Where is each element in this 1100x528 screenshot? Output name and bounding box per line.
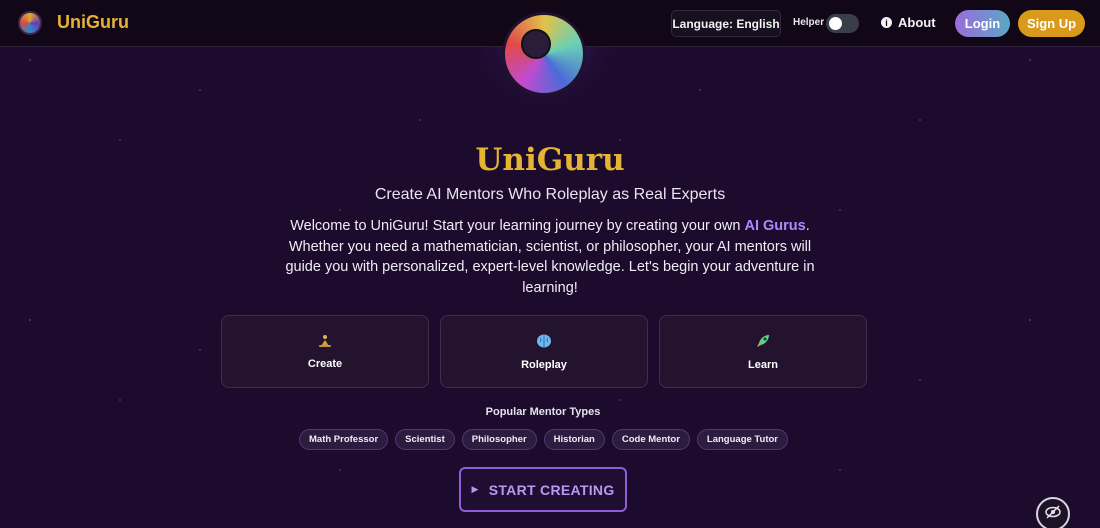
chip-historian[interactable]: Historian — [543, 429, 605, 450]
signup-button[interactable]: Sign Up — [1018, 10, 1085, 37]
hero-logo — [502, 12, 586, 96]
mentor-type-chips: Math Professor Scientist Philosopher His… — [0, 429, 1087, 450]
about-link[interactable]: i About — [881, 15, 936, 30]
chip-scientist[interactable]: Scientist — [395, 429, 455, 450]
toggle-knob — [829, 17, 842, 30]
feature-label: Create — [307, 357, 343, 370]
start-creating-label: START CREATING — [488, 481, 615, 498]
chip-language-tutor[interactable]: Language Tutor — [696, 429, 788, 450]
chip-math-professor[interactable]: Math Professor — [299, 429, 389, 450]
accessibility-widget-button[interactable] — [1036, 497, 1070, 528]
login-button[interactable]: Login — [955, 10, 1010, 37]
feature-card-learn[interactable]: Learn — [659, 315, 867, 388]
chip-philosopher[interactable]: Philosopher — [461, 429, 537, 450]
play-icon: ▶ — [471, 484, 479, 494]
brand-logo[interactable] — [18, 11, 42, 35]
rocket-icon — [755, 333, 771, 353]
mentor-types-heading: Popular Mentor Types — [485, 406, 601, 418]
eye-slash-icon — [1044, 503, 1062, 526]
brain-icon — [536, 333, 552, 353]
person-meditating-icon — [318, 334, 332, 352]
feature-card-roleplay[interactable]: Roleplay — [440, 315, 648, 388]
about-label: About — [898, 15, 936, 30]
hero-subtitle: Create AI Mentors Who Roleplay as Real E… — [374, 186, 726, 203]
hero-description: Welcome to UniGuru! Start your learning … — [270, 216, 830, 298]
hero-logo-emblem — [521, 29, 551, 59]
hero-title: UniGuru — [475, 142, 625, 178]
chip-code-mentor[interactable]: Code Mentor — [611, 429, 690, 450]
brand-name[interactable]: UniGuru — [57, 12, 129, 33]
feature-label: Learn — [748, 358, 778, 371]
feature-label: Roleplay — [521, 358, 567, 371]
info-icon: i — [881, 17, 892, 28]
language-selector[interactable]: Language: English — [671, 10, 781, 37]
ai-gurus-highlight: AI Gurus — [744, 218, 806, 234]
start-creating-button[interactable]: ▶ START CREATING — [459, 467, 627, 512]
helper-label: Helper — [793, 17, 825, 28]
feature-card-create[interactable]: Create — [221, 315, 429, 388]
helper-toggle[interactable] — [826, 14, 859, 33]
hero-desc-text: Welcome to UniGuru! Start your learning … — [290, 218, 745, 234]
